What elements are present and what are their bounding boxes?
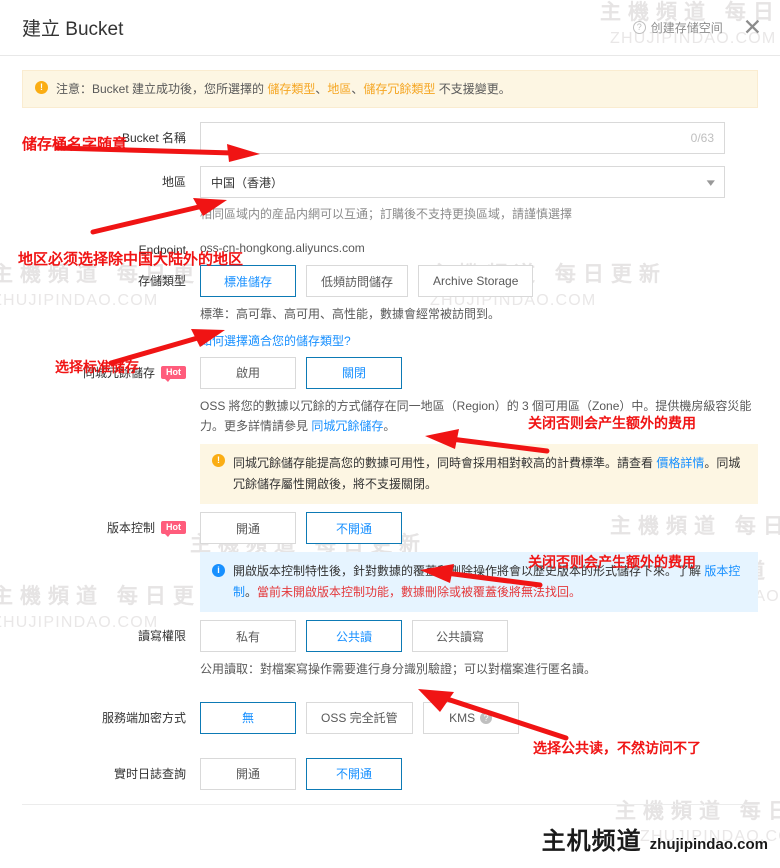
info-icon: i: [212, 564, 225, 578]
row-encryption: 服務端加密方式 無 OSS 完全託管 KMS ?: [22, 701, 758, 734]
acl-option-private[interactable]: 私有: [200, 620, 296, 653]
notice-prefix: 注意：Bucket 建立成功後，您所選擇的: [56, 82, 268, 96]
region-selected-value: 中国（香港）: [211, 175, 284, 190]
dialog-header: 建立 Bucket ? 创建存储空间 ✕: [0, 0, 780, 56]
hot-badge: Hot: [161, 365, 186, 382]
storage-class-label: 存儲類型: [137, 274, 186, 289]
realtime-log-button-group: 開通 不開通: [200, 757, 758, 790]
encryption-option-oss-managed[interactable]: OSS 完全託管: [306, 701, 413, 734]
acl-button-group: 私有 公共讀 公共讀寫: [200, 620, 758, 653]
row-region: 地區 中国（香港） ▾ 相同區域内的産品内網可以互通；訂購後不支持更換區域，請謹…: [22, 166, 758, 224]
notice-sep: 、: [351, 82, 364, 96]
encryption-option-kms[interactable]: KMS ?: [422, 701, 519, 734]
row-acl: 讀寫權限 私有 公共讀 公共讀寫 公用讀取：對檔案寫操作需要進行身分識別驗證；可…: [22, 620, 758, 679]
hot-badge: Hot: [161, 521, 186, 538]
endpoint-value: oss-cn-hongkong.aliyuncs.com: [200, 241, 365, 256]
bucket-name-counter: 0/63: [690, 131, 714, 145]
storage-class-option-standard[interactable]: 標准儲存: [200, 265, 296, 298]
storage-class-option-ia[interactable]: 低頻訪問儲存: [306, 265, 409, 298]
zone-redundancy-desc-2: 。: [383, 418, 396, 433]
brand-name-en: zhujipindao.com: [649, 836, 768, 853]
warning-icon: !: [35, 81, 48, 94]
panel-part-1: 開啟版本控制特性後，針對數據的覆蓋和刪除操作將會以歷史版本的形式儲存下來。了解: [233, 564, 705, 579]
versioning-info-panel: i 開啟版本控制特性後，針對數據的覆蓋和刪除操作將會以歷史版本的形式儲存下來。了…: [200, 552, 758, 613]
realtime-log-option-disable[interactable]: 不開通: [306, 757, 402, 790]
zone-redundancy-desc-1: OSS 將您的數據以冗餘的方式儲存在同一地區（Region）的 3 個可用區（Z…: [200, 398, 752, 433]
zone-redundancy-desc-link[interactable]: 同城冗餘儲存: [311, 419, 383, 433]
row-realtime-log: 實时日誌查詢 開通 不開通: [22, 757, 758, 790]
notice-highlight-storage-type: 儲存類型: [267, 82, 316, 96]
region-hint: 相同區域内的産品内網可以互通；訂購後不支持更換區域，請謹慎選擇: [200, 207, 573, 221]
storage-class-desc: 標準：高可靠、高可用、高性能，數據會經常被訪問到。: [200, 307, 501, 322]
panel-part-2: 。: [245, 585, 258, 600]
storage-class-button-group: 標准儲存 低頻訪問儲存 Archive Storage: [200, 265, 758, 298]
notice-highlight-region: 地區: [327, 82, 352, 96]
acl-label: 讀寫權限: [137, 629, 186, 644]
notice-suffix: 不支援變更。: [435, 82, 511, 96]
notice-text: 注意：Bucket 建立成功後，您所選擇的 儲存類型、地區、儲存冗餘類型 不支援…: [56, 80, 511, 98]
create-bucket-help-link[interactable]: ? 创建存储空间: [632, 19, 723, 36]
chevron-down-icon: ▾: [707, 176, 716, 189]
question-circle-icon[interactable]: ?: [480, 711, 493, 724]
versioning-panel-warning: 當前未開啟版本控制功能，數據刪除或被覆蓋後將無法找回。: [257, 585, 582, 600]
divider: [22, 803, 758, 805]
versioning-label: 版本控制 Hot: [22, 512, 200, 612]
bucket-name-input[interactable]: [211, 123, 691, 153]
notice-bar: ! 注意：Bucket 建立成功後，您所選擇的 儲存類型、地區、儲存冗餘類型 不…: [22, 70, 758, 108]
versioning-option-disable[interactable]: 不開通: [306, 512, 402, 545]
acl-option-public-read[interactable]: 公共讀: [306, 620, 402, 653]
bucket-name-label: Bucket 名稱: [121, 131, 186, 145]
row-storage-class: 存儲類型 標准儲存 低頻訪問儲存 Archive Storage 標準：高可靠、…: [22, 265, 758, 348]
row-zone-redundancy: 同城冗餘儲存 Hot 啟用 關閉 OSS 將您的數據以冗餘的方式儲存在同一地區（…: [22, 356, 758, 505]
storage-class-help-link[interactable]: 如何選擇適合您的儲存類型?: [200, 334, 351, 348]
versioning-button-group: 開通 不開通: [200, 512, 758, 545]
acl-desc: 公用讀取：對檔案寫操作需要進行身分識別驗證；可以對檔案進行匿名讀。: [200, 662, 597, 677]
region-select[interactable]: 中国（香港） ▾: [200, 166, 725, 198]
storage-class-option-archive[interactable]: Archive Storage: [418, 265, 534, 298]
dialog-body: ! 注意：Bucket 建立成功後，您所選擇的 儲存類型、地區、儲存冗餘類型 不…: [0, 56, 780, 805]
region-label: 地區: [161, 175, 186, 189]
row-versioning: 版本控制 Hot 開通 不開通 i 開啟版本控制特性後，針對數據的覆蓋和刪除操作…: [22, 512, 758, 613]
zone-redundancy-label-text: 同城冗餘儲存: [82, 365, 155, 380]
versioning-option-enable[interactable]: 開通: [200, 512, 296, 545]
zone-redundancy-label: 同城冗餘儲存 Hot: [22, 357, 200, 505]
realtime-log-label: 實时日誌查詢: [113, 766, 186, 781]
notice-highlight-redundancy: 儲存冗餘類型: [363, 82, 436, 96]
encryption-label: 服務端加密方式: [101, 710, 186, 725]
zone-redundancy-option-disable[interactable]: 關閉: [306, 356, 402, 389]
help-label: 创建存储空间: [650, 21, 723, 35]
row-endpoint: Endpoint oss-cn-hongkong.aliyuncs.com: [22, 234, 758, 259]
price-detail-link[interactable]: 價格詳情: [656, 456, 704, 470]
versioning-label-text: 版本控制: [106, 521, 155, 536]
encryption-option-kms-label: KMS: [449, 710, 476, 725]
notice-sep: 、: [315, 82, 328, 96]
endpoint-label: Endpoint: [138, 243, 186, 258]
zone-redundancy-button-group: 啟用 關閉: [200, 356, 758, 389]
page-title: 建立 Bucket: [22, 19, 124, 40]
realtime-log-option-enable[interactable]: 開通: [200, 757, 296, 790]
zone-redundancy-warning-panel: ! 同城冗餘儲存能提高您的數據可用性，同時會採用相對較高的計費標準。請查看 價格…: [200, 444, 758, 505]
zone-redundancy-panel-text: 同城冗餘儲存能提高您的數據可用性，同時會採用相對較高的計費標準。請查看 價格詳情…: [233, 453, 746, 495]
question-circle-icon: ?: [632, 21, 646, 34]
zone-redundancy-desc: OSS 將您的數據以冗餘的方式儲存在同一地區（Region）的 3 個可用區（Z…: [200, 396, 758, 437]
bucket-name-input-wrapper[interactable]: 0/63: [200, 122, 725, 154]
acl-option-public-read-write[interactable]: 公共讀寫: [412, 620, 508, 653]
encryption-button-group: 無 OSS 完全託管 KMS ?: [200, 701, 758, 734]
versioning-panel-text: 開啟版本控制特性後，針對數據的覆蓋和刪除操作將會以歷史版本的形式儲存下來。了解 …: [233, 561, 746, 603]
panel-part-1: 同城冗餘儲存能提高您的數據可用性，同時會採用相對較高的計費標準。請查看: [233, 456, 657, 471]
encryption-option-none[interactable]: 無: [200, 701, 296, 734]
row-bucket-name: Bucket 名稱 0/63: [22, 122, 758, 154]
close-icon[interactable]: ✕: [741, 16, 764, 39]
zone-redundancy-option-enable[interactable]: 啟用: [200, 356, 296, 389]
brand-name-cn: 主机频道: [541, 828, 642, 855]
warning-icon: !: [212, 454, 225, 468]
brand-watermark: 主机频道 zhujipindao.com: [542, 821, 768, 856]
